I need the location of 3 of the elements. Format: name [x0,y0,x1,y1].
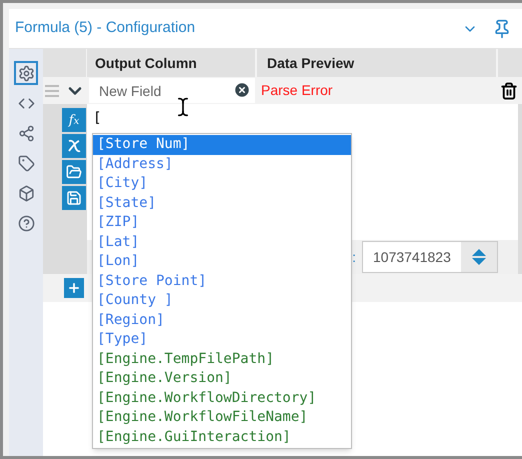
window-title: Formula (5) - Configuration [15,18,196,38]
size-label: : [352,248,356,266]
preview-value: Parse Error [261,81,334,100]
